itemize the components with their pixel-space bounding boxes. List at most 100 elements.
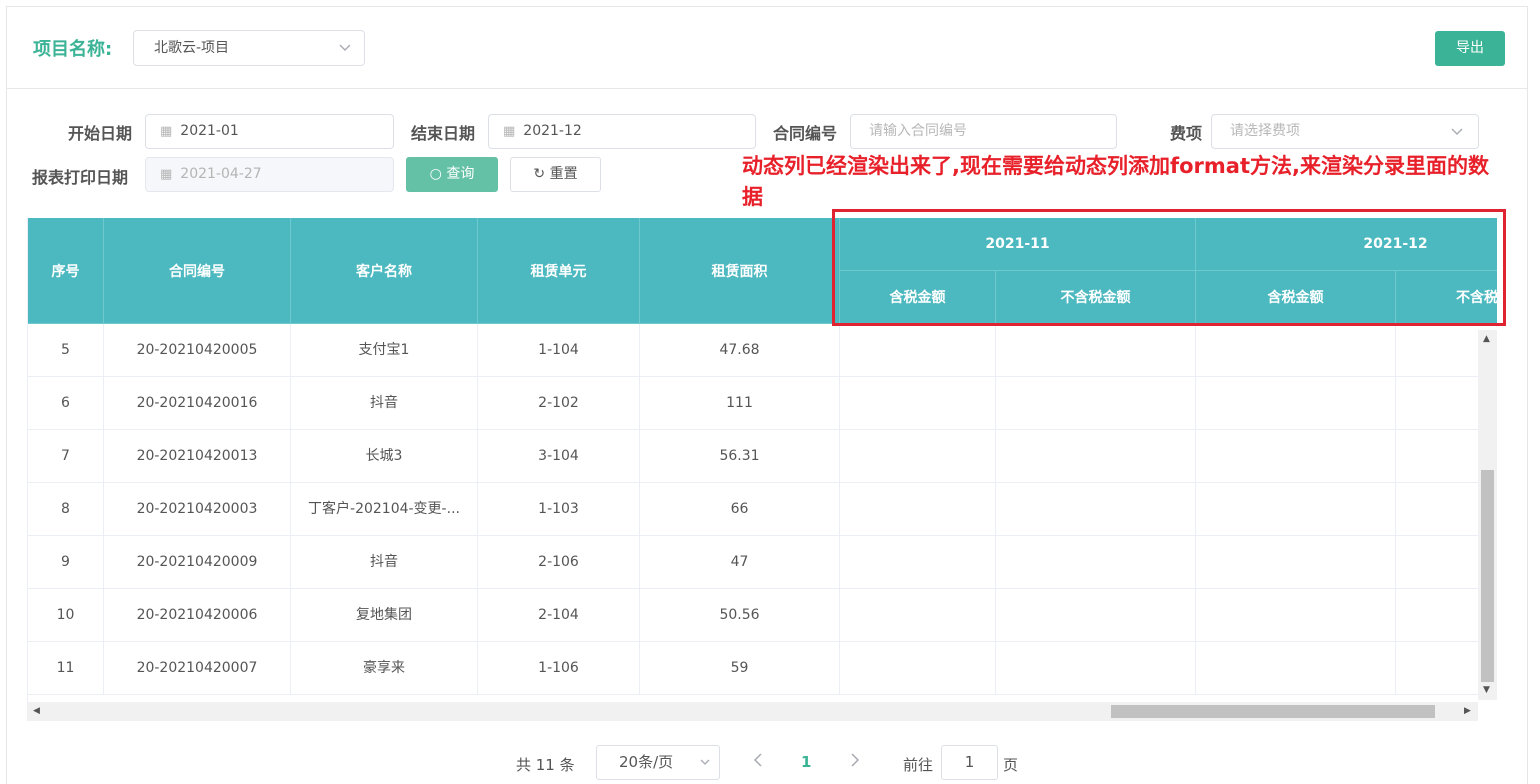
query-button-label: 查询 <box>446 166 475 182</box>
page-suffix-label: 页 <box>1003 756 1019 774</box>
table-cell-dynamic <box>996 642 1196 695</box>
reset-button-label: 重置 <box>549 166 578 182</box>
table-cell: 20-20210420005 <box>104 324 291 377</box>
fee-label: 费项 <box>1170 124 1203 143</box>
table-cell: 长城3 <box>291 430 478 483</box>
pagination-total: 共 11 条 <box>516 756 575 774</box>
fee-placeholder: 请选择费项 <box>1230 123 1300 139</box>
table-cell-dynamic <box>996 324 1196 377</box>
project-select-value: 北歌云-项目 <box>154 40 230 56</box>
page-size-select[interactable]: 20条/页 <box>596 745 720 780</box>
table-cell: 20-20210420009 <box>104 536 291 589</box>
reset-button[interactable]: ↻ 重置 <box>510 157 601 192</box>
table-cell: 47 <box>640 536 840 589</box>
table-row: 5 20-20210420005 支付宝1 1-104 47.68 <box>28 324 1497 377</box>
table-cell-dynamic <box>996 377 1196 430</box>
table-cell-dynamic <box>996 589 1196 642</box>
refresh-icon: ↻ <box>533 166 546 182</box>
project-label: 项目名称: <box>33 39 113 60</box>
table-cell: 9 <box>28 536 104 589</box>
next-page-icon[interactable] <box>849 752 861 772</box>
table-cell-dynamic <box>840 377 996 430</box>
col-header-customer: 客户名称 <box>291 218 478 324</box>
table-row: 8 20-20210420003 丁客户-202104-变更-... 1-103 66 <box>28 483 1497 536</box>
table-cell: 11 <box>28 642 104 695</box>
prev-page-icon[interactable] <box>752 752 764 772</box>
table-cell: 抖音 <box>291 377 478 430</box>
scroll-right-icon[interactable]: ▶ <box>1464 706 1471 716</box>
table-cell: 50.56 <box>640 589 840 642</box>
project-bar: 项目名称: 北歌云-项目 导出 <box>7 7 1527 89</box>
col-header-index: 序号 <box>28 218 104 324</box>
table-cell-dynamic <box>1196 324 1396 377</box>
table-row: 7 20-20210420013 长城3 3-104 56.31 <box>28 430 1497 483</box>
table-cell: 2-106 <box>478 536 640 589</box>
table-cell-dynamic <box>996 483 1196 536</box>
annotation-text: 动态列已经渲染出来了,现在需要给动态列添加format方法,来渲染分录里面的数据 <box>742 154 1489 209</box>
table-cell-dynamic <box>1196 430 1396 483</box>
horizontal-scroll-thumb[interactable] <box>1111 705 1435 718</box>
table-row: 10 20-20210420006 复地集团 2-104 50.56 <box>28 589 1497 642</box>
table-cell: 5 <box>28 324 104 377</box>
col-header-contract-no: 合同编号 <box>104 218 291 324</box>
start-date-value: 2021-01 <box>180 123 239 139</box>
print-date-picker: ▦ 2021-04-27 <box>145 157 394 192</box>
print-date-label: 报表打印日期 <box>32 168 129 187</box>
start-date-label: 开始日期 <box>68 124 133 143</box>
table-cell: 1-103 <box>478 483 640 536</box>
query-button[interactable]: ○ 查询 <box>406 157 498 192</box>
horizontal-scrollbar[interactable]: ◀ ▶ <box>27 702 1478 721</box>
scroll-left-icon[interactable]: ◀ <box>33 706 40 716</box>
table-cell-dynamic <box>1196 377 1396 430</box>
export-button[interactable]: 导出 <box>1435 31 1505 66</box>
goto-label: 前往 <box>903 756 934 774</box>
table-cell-dynamic <box>996 430 1196 483</box>
table-cell: 豪享来 <box>291 642 478 695</box>
table-cell: 2-104 <box>478 589 640 642</box>
table-cell: 20-20210420007 <box>104 642 291 695</box>
table-cell: 7 <box>28 430 104 483</box>
contract-no-input[interactable]: 请输入合同编号 <box>850 114 1117 149</box>
col-header-unit: 租赁单元 <box>478 218 640 324</box>
table-cell: 47.68 <box>640 324 840 377</box>
table-cell: 20-20210420016 <box>104 377 291 430</box>
chevron-down-icon <box>338 31 352 78</box>
table-cell: 20-20210420013 <box>104 430 291 483</box>
start-date-picker[interactable]: ▦ 2021-01 <box>145 114 394 149</box>
scroll-down-icon[interactable]: ▼ <box>1483 685 1490 695</box>
table-cell: 丁客户-202104-变更-... <box>291 483 478 536</box>
vertical-scroll-thumb[interactable] <box>1481 470 1494 682</box>
table-cell-dynamic <box>1196 536 1396 589</box>
table-cell-dynamic <box>840 536 996 589</box>
page-number-current[interactable]: 1 <box>801 753 811 771</box>
table-cell: 20-20210420006 <box>104 589 291 642</box>
table-cell-dynamic <box>1196 589 1396 642</box>
goto-page-input[interactable]: 1 <box>941 745 998 780</box>
table-cell: 抖音 <box>291 536 478 589</box>
table-cell: 2-102 <box>478 377 640 430</box>
table-row: 9 20-20210420009 抖音 2-106 47 <box>28 536 1497 589</box>
table-cell: 66 <box>640 483 840 536</box>
table-cell-dynamic <box>1196 483 1396 536</box>
table-cell-dynamic <box>840 324 996 377</box>
table-cell: 111 <box>640 377 840 430</box>
print-date-value: 2021-04-27 <box>180 166 262 182</box>
calendar-icon: ▦ <box>160 124 173 139</box>
table-cell: 10 <box>28 589 104 642</box>
end-date-picker[interactable]: ▦ 2021-12 <box>488 114 756 149</box>
table-cell-dynamic <box>996 536 1196 589</box>
fee-select[interactable]: 请选择费项 <box>1211 114 1479 149</box>
table-cell: 6 <box>28 377 104 430</box>
scroll-up-icon[interactable]: ▲ <box>1483 334 1490 344</box>
table-cell: 1-104 <box>478 324 640 377</box>
contract-no-label: 合同编号 <box>773 124 838 143</box>
table-cell: 1-106 <box>478 642 640 695</box>
table-cell-dynamic <box>840 483 996 536</box>
table-cell: 3-104 <box>478 430 640 483</box>
table-cell: 56.31 <box>640 430 840 483</box>
table-cell: 8 <box>28 483 104 536</box>
annotation-highlight-box <box>832 209 1506 326</box>
project-select[interactable]: 北歌云-项目 <box>133 30 365 66</box>
vertical-scrollbar[interactable]: ▲ ▼ <box>1478 330 1497 700</box>
end-date-label: 结束日期 <box>411 124 476 143</box>
